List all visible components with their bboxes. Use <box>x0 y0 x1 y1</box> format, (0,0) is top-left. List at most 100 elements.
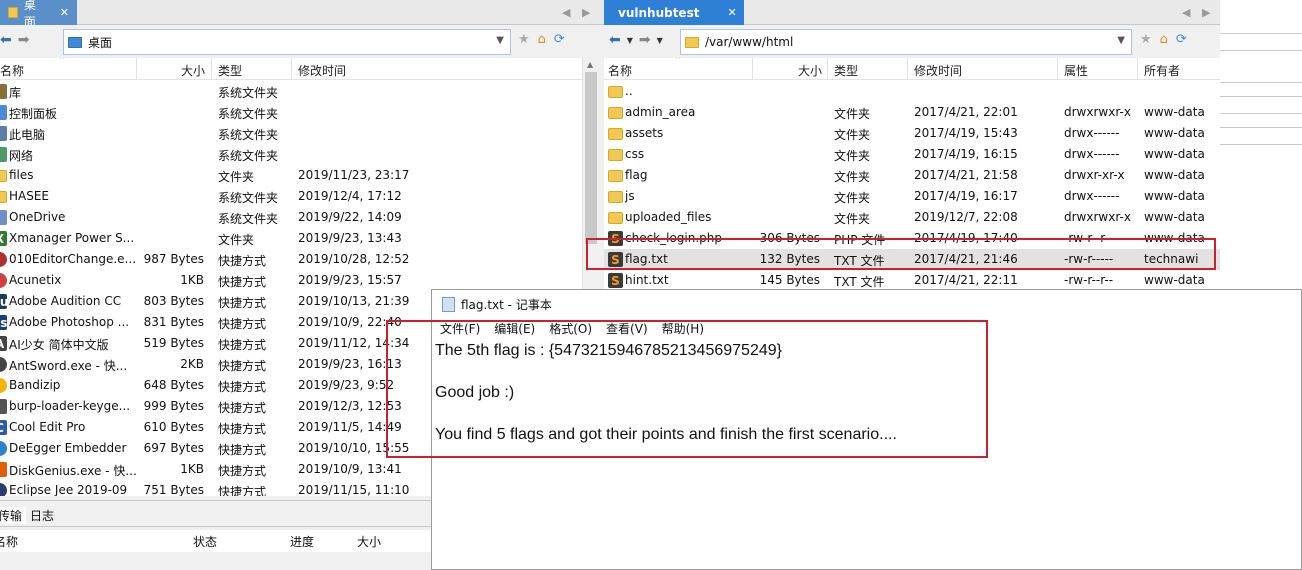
file-permissions: drwx------ <box>1064 147 1120 161</box>
file-type: 系统文件夹 <box>218 212 279 226</box>
left-toolbar: ★ ⌂ ⟳ <box>518 32 565 47</box>
file-permissions: drwxrwxr-x <box>1064 105 1131 119</box>
file-row[interactable]: admin_area 文件夹 2017/4/21, 22:01 drwxrwxr-x w… <box>604 102 1220 123</box>
folder-icon <box>8 7 18 18</box>
file-size: 648 Bytes <box>143 378 204 392</box>
onedrive-icon <box>0 210 7 225</box>
file-type: 文件夹 <box>834 170 871 184</box>
tab-scroll-left-icon[interactable]: ◀ <box>1182 6 1190 19</box>
file-type: 系统文件夹 <box>218 128 279 142</box>
file-row[interactable]: 此电脑 系统文件夹 <box>0 123 582 144</box>
col-perm[interactable]: 属性 <box>1064 62 1088 79</box>
col-size[interactable]: 大小 <box>357 533 381 550</box>
audition-icon: Au <box>0 294 8 309</box>
file-row[interactable]: 控制面板 系统文件夹 <box>0 102 582 123</box>
file-row[interactable]: assets 文件夹 2017/4/19, 15:43 drwx------ www-d… <box>604 123 1220 144</box>
folder-icon <box>608 212 623 224</box>
library-icon <box>0 84 7 99</box>
col-type[interactable]: 类型 <box>218 62 242 79</box>
home-icon[interactable]: ⌂ <box>1160 32 1168 47</box>
file-row[interactable]: uploaded_files 文件夹 2019/12/7, 22:08 drwxrwx… <box>604 207 1220 228</box>
tab-vulnhubtest[interactable]: vulnhubtest ✕ <box>604 0 744 25</box>
notepad-title-bar[interactable]: flag.txt - 记事本 <box>432 290 1301 318</box>
file-row[interactable]: flag 文件夹 2017/4/21, 21:58 drwxr-xr-x www-dat… <box>604 165 1220 186</box>
file-row[interactable]: OneDrive 系统文件夹 2019/9/22, 14:09 <box>0 207 582 228</box>
highlight-flag-row <box>586 238 1216 270</box>
file-size: 519 Bytes <box>143 336 204 350</box>
file-row[interactable]: Shint.txt 145 Bytes TXT 文件 2017/4/21, 22:11… <box>604 270 1220 290</box>
folder-icon <box>68 36 82 48</box>
file-row[interactable]: .. <box>604 81 1220 102</box>
file-name: 库 <box>9 86 22 100</box>
star-icon[interactable]: ★ <box>1140 32 1152 47</box>
burp-icon <box>0 399 7 414</box>
file-row[interactable]: 库 系统文件夹 <box>0 81 582 102</box>
notepad-title: flag.txt - 记事本 <box>461 297 552 312</box>
acunetix-icon <box>0 273 7 288</box>
file-owner: www-data <box>1144 126 1205 140</box>
file-name: js <box>625 189 635 203</box>
file-name: Acunetix <box>9 273 62 287</box>
file-size: 2KB <box>180 357 204 371</box>
tab-log[interactable]: 日志 <box>30 507 54 524</box>
forward-arrow-icon[interactable]: ➡ <box>18 32 30 48</box>
col-size[interactable]: 大小 <box>798 62 822 79</box>
col-type[interactable]: 类型 <box>834 62 858 79</box>
col-name[interactable]: 名称 <box>0 533 18 550</box>
col-owner[interactable]: 所有者 <box>1144 62 1180 79</box>
tab-desktop[interactable]: 桌面 ✕ <box>0 0 77 29</box>
col-modified[interactable]: 修改时间 <box>914 62 962 79</box>
right-address-bar[interactable]: /var/www/html ▼ <box>680 29 1132 55</box>
col-name[interactable]: 名称 <box>608 62 632 79</box>
close-icon[interactable]: ✕ <box>60 6 69 19</box>
left-address-bar[interactable]: 桌面 ▼ <box>63 29 511 55</box>
tab-scroll-right-icon[interactable]: ▶ <box>582 6 590 19</box>
col-modified[interactable]: 修改时间 <box>298 62 346 79</box>
network-icon <box>0 147 7 162</box>
file-type: 系统文件夹 <box>218 191 279 205</box>
col-progress[interactable]: 进度 <box>290 533 314 550</box>
transfer-panel: 传输 日志 名称 状态 进度 大小 <box>0 500 432 570</box>
file-permissions: drwxr-xr-x <box>1064 168 1125 182</box>
close-icon[interactable]: ✕ <box>727 6 736 19</box>
refresh-icon[interactable]: ⟳ <box>1176 32 1187 47</box>
back-arrow-icon[interactable]: ⬅ <box>0 32 12 48</box>
col-size[interactable]: 大小 <box>181 62 205 79</box>
col-name[interactable]: 名称 <box>0 62 24 79</box>
file-row[interactable]: HASEE 系统文件夹 2019/12/4, 17:12 <box>0 186 582 207</box>
file-type: 系统文件夹 <box>218 149 279 163</box>
file-type: 文件夹 <box>834 107 871 121</box>
file-permissions: -rw-r--r-- <box>1064 273 1114 287</box>
refresh-icon[interactable]: ⟳ <box>554 32 565 47</box>
tab-scroll-left-icon[interactable]: ◀ <box>562 6 570 19</box>
col-status[interactable]: 状态 <box>193 533 217 550</box>
scroll-up-icon[interactable]: ▲ <box>587 60 593 69</box>
chevron-down-icon[interactable]: ▼ <box>496 35 504 46</box>
tab-scroll-right-icon[interactable]: ▶ <box>1202 6 1210 19</box>
file-name: Eclipse Jee 2019-09 <box>9 483 128 496</box>
home-icon[interactable]: ⌂ <box>538 32 546 47</box>
file-row[interactable]: 010EditorChange.e... 987 Bytes 快捷方式 2019/10… <box>0 249 582 270</box>
star-icon[interactable]: ★ <box>518 32 530 47</box>
file-name: Xmanager Power S... <box>9 231 135 245</box>
dropdown-icon[interactable]: ▼ <box>627 36 633 48</box>
file-row[interactable]: XXmanager Power S... 文件夹 2019/9/23, 13:43 <box>0 228 582 249</box>
file-name: css <box>625 147 645 161</box>
file-type: 快捷方式 <box>218 254 267 268</box>
highlight-notepad-content <box>386 320 988 458</box>
file-row[interactable]: js 文件夹 2017/4/19, 16:17 drwx------ www-data <box>604 186 1220 207</box>
dropdown-icon[interactable]: ▼ <box>657 36 663 48</box>
scrollbar-thumb[interactable] <box>585 72 597 244</box>
back-arrow-icon[interactable]: ⬅ <box>609 32 621 48</box>
chevron-down-icon[interactable]: ▼ <box>1117 35 1125 46</box>
file-row[interactable]: 网络 系统文件夹 <box>0 144 582 165</box>
file-row[interactable]: Acunetix 1KB 快捷方式 2019/9/23, 15:57 <box>0 270 582 291</box>
file-modified: 2019/9/22, 14:09 <box>298 210 402 224</box>
file-row[interactable]: css 文件夹 2017/4/19, 16:15 drwx------ www-data <box>604 144 1220 165</box>
xmanager-icon: X <box>0 231 7 246</box>
forward-arrow-icon[interactable]: ➡ <box>639 32 651 48</box>
tab-transfer[interactable]: 传输 <box>0 507 27 524</box>
folder-icon <box>608 149 623 161</box>
sort-up-icon: ⌃ <box>674 58 682 66</box>
file-row[interactable]: files 文件夹 2019/11/23, 23:17 <box>0 165 582 186</box>
